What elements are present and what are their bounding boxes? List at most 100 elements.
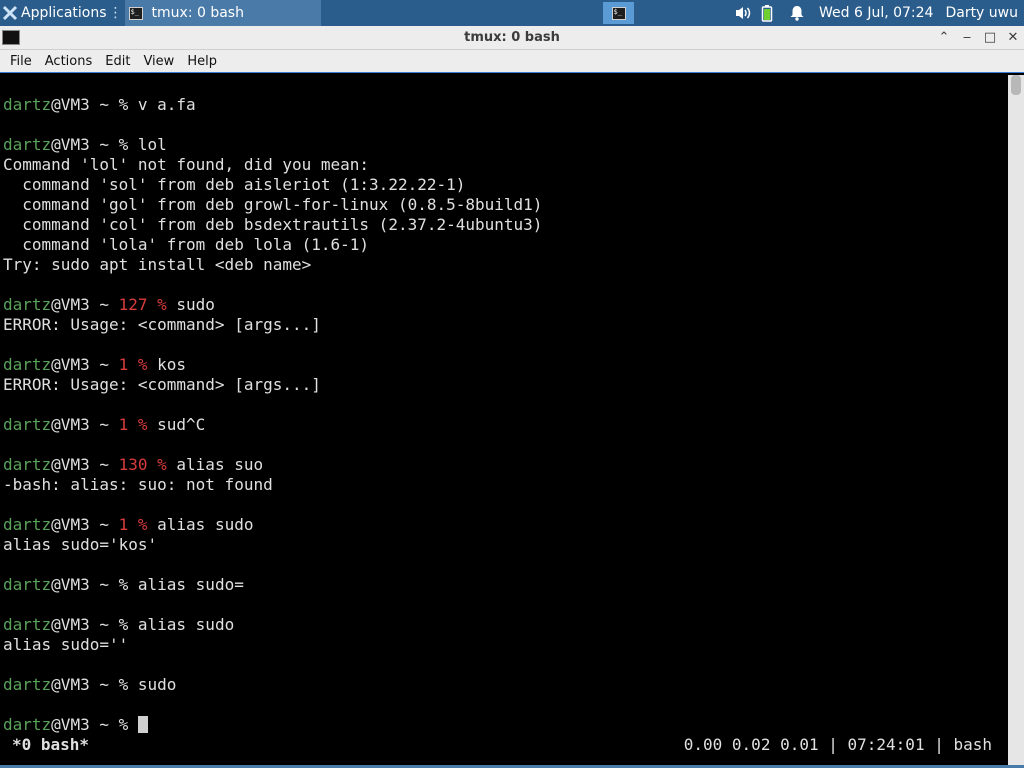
user-menu[interactable]: Darty uwu xyxy=(945,5,1018,21)
prompt-line: dartz@VM3 ~ 1 % sud^C xyxy=(3,415,205,435)
output-line: command 'lola' from deb lola (1.6-1) xyxy=(3,235,370,254)
command-text: alias suo xyxy=(176,455,264,474)
prompt-host: @VM3 ~ xyxy=(51,575,119,594)
tmux-window-tab[interactable]: *0 bash* xyxy=(12,735,89,755)
terminal-icon: $_ xyxy=(128,6,143,20)
prompt-line: dartz@VM3 ~ 1 % alias sudo xyxy=(3,515,253,535)
prompt-symbol: % xyxy=(118,715,138,734)
command-text: sudo xyxy=(176,295,215,314)
taskbar-item-tmux[interactable]: $_ tmux: 0 bash xyxy=(124,0,321,26)
exit-code: 1 xyxy=(118,415,138,434)
prompt-symbol: % xyxy=(118,615,138,634)
battery-icon[interactable] xyxy=(761,4,781,22)
applications-label: Applications xyxy=(21,5,107,21)
menu-actions[interactable]: Actions xyxy=(45,54,93,69)
prompt-user: dartz xyxy=(3,515,52,534)
output-line: alias sudo='kos' xyxy=(3,535,158,554)
command-text: v a.fa xyxy=(137,95,196,114)
prompt-user: dartz xyxy=(3,455,52,474)
prompt-symbol: % xyxy=(157,295,177,314)
tmux-status-bar: *0 bash* 0.00 0.02 0.01 | 07:24:01 | bas… xyxy=(0,735,1008,755)
volume-icon[interactable] xyxy=(734,5,752,21)
menu-view[interactable]: View xyxy=(143,54,174,69)
prompt-host: @VM3 ~ xyxy=(51,675,119,694)
prompt-line: dartz@VM3 ~ % alias sudo xyxy=(3,615,234,635)
scrollbar-thumb[interactable] xyxy=(1011,75,1021,95)
prompt-symbol: % xyxy=(118,95,138,114)
clock[interactable]: Wed 6 Jul, 07:24 xyxy=(819,5,933,21)
system-tray: Wed 6 Jul, 07:24 Darty uwu xyxy=(734,0,1024,26)
prompt-user: dartz xyxy=(3,675,52,694)
prompt-host: @VM3 ~ xyxy=(51,355,119,374)
prompt-host: @VM3 ~ xyxy=(51,515,119,534)
output-line: command 'col' from deb bsdextrautils (2.… xyxy=(3,215,543,234)
prompt-user: dartz xyxy=(3,715,52,734)
prompt-line: dartz@VM3 ~ % alias sudo= xyxy=(3,575,244,595)
output-line: command 'sol' from deb aisleriot (1:3.22… xyxy=(3,175,466,194)
prompt-user: dartz xyxy=(3,295,52,314)
prompt-symbol: % xyxy=(137,355,158,374)
prompt-host: @VM3 ~ xyxy=(51,295,119,314)
prompt-symbol: % xyxy=(137,515,158,534)
exit-code: 130 xyxy=(118,455,158,474)
prompt-host: @VM3 ~ xyxy=(51,135,119,154)
command-text: alias sudo xyxy=(157,515,254,534)
prompt-symbol: % xyxy=(118,575,138,594)
exit-code: 127 xyxy=(118,295,158,314)
prompt-symbol: % xyxy=(157,455,177,474)
prompt-user: dartz xyxy=(3,95,52,114)
output-line: alias sudo='' xyxy=(3,635,129,654)
prompt-line: dartz@VM3 ~ 127 % sudo xyxy=(3,295,215,315)
prompt-host: @VM3 ~ xyxy=(51,615,119,634)
workspace-switcher[interactable]: $_ xyxy=(603,2,634,24)
prompt-line: dartz@VM3 ~ % xyxy=(3,715,148,735)
prompt-symbol: % xyxy=(137,415,158,434)
command-text: kos xyxy=(157,355,187,374)
prompt-host: @VM3 ~ xyxy=(51,715,119,734)
prompt-host: @VM3 ~ xyxy=(51,95,119,114)
prompt-symbol: % xyxy=(118,675,138,694)
notification-bell-icon[interactable] xyxy=(789,5,805,21)
applications-menu[interactable]: Applications ⋮ xyxy=(0,0,123,26)
prompt-line: dartz@VM3 ~ % v a.fa xyxy=(3,95,196,115)
xfce-logo-icon xyxy=(2,5,18,21)
output-line: command 'gol' from deb growl-for-linux (… xyxy=(3,195,543,214)
exit-code: 1 xyxy=(118,355,138,374)
prompt-user: dartz xyxy=(3,135,52,154)
shade-button[interactable]: ⌃ xyxy=(935,29,953,47)
output-line: Command 'lol' not found, did you mean: xyxy=(3,155,370,174)
prompt-user: dartz xyxy=(3,615,52,634)
prompt-symbol: % xyxy=(118,135,138,154)
command-text: alias sudo xyxy=(137,615,235,634)
prompt-user: dartz xyxy=(3,355,52,374)
top-panel: Applications ⋮ $_ tmux: 0 bash $_ Wed 6 … xyxy=(0,0,1024,26)
taskbar-item-label: tmux: 0 bash xyxy=(151,5,244,21)
prompt-line: dartz@VM3 ~ % lol xyxy=(3,135,167,155)
minimize-button[interactable]: ‒ xyxy=(958,29,976,47)
prompt-line: dartz@VM3 ~ 1 % kos xyxy=(3,355,186,375)
output-line: ERROR: Usage: <command> [args...] xyxy=(3,315,321,334)
menu-file[interactable]: File xyxy=(10,54,32,69)
menubar: File Actions Edit View Help xyxy=(0,50,1024,73)
text-cursor xyxy=(137,716,148,733)
command-text: lol xyxy=(137,135,167,154)
terminal-icon: $_ xyxy=(611,6,626,20)
prompt-host: @VM3 ~ xyxy=(51,415,119,434)
exit-code: 1 xyxy=(118,515,138,534)
command-text: alias sudo= xyxy=(137,575,244,594)
prompt-user: dartz xyxy=(3,575,52,594)
window-titlebar[interactable]: tmux: 0 bash ⌃ ‒ □ ✕ xyxy=(0,26,1024,50)
menu-edit[interactable]: Edit xyxy=(105,54,130,69)
output-line: ERROR: Usage: <command> [args...] xyxy=(3,375,321,394)
terminal-scrollbar[interactable] xyxy=(1008,75,1024,766)
terminal-output[interactable]: dartz@VM3 ~ % v a.fa dartz@VM3 ~ % lol Com… xyxy=(0,75,1008,766)
applications-separator: ⋮ xyxy=(108,5,123,21)
prompt-user: dartz xyxy=(3,415,52,434)
close-button[interactable]: ✕ xyxy=(1004,29,1022,47)
prompt-line: dartz@VM3 ~ % sudo xyxy=(3,675,176,695)
command-text: sud^C xyxy=(157,415,206,434)
output-line: Try: sudo apt install <deb name> xyxy=(3,255,312,274)
menu-help[interactable]: Help xyxy=(187,54,217,69)
maximize-button[interactable]: □ xyxy=(981,29,999,47)
tmux-status-right: 0.00 0.02 0.01 | 07:24:01 | bash xyxy=(683,735,992,754)
